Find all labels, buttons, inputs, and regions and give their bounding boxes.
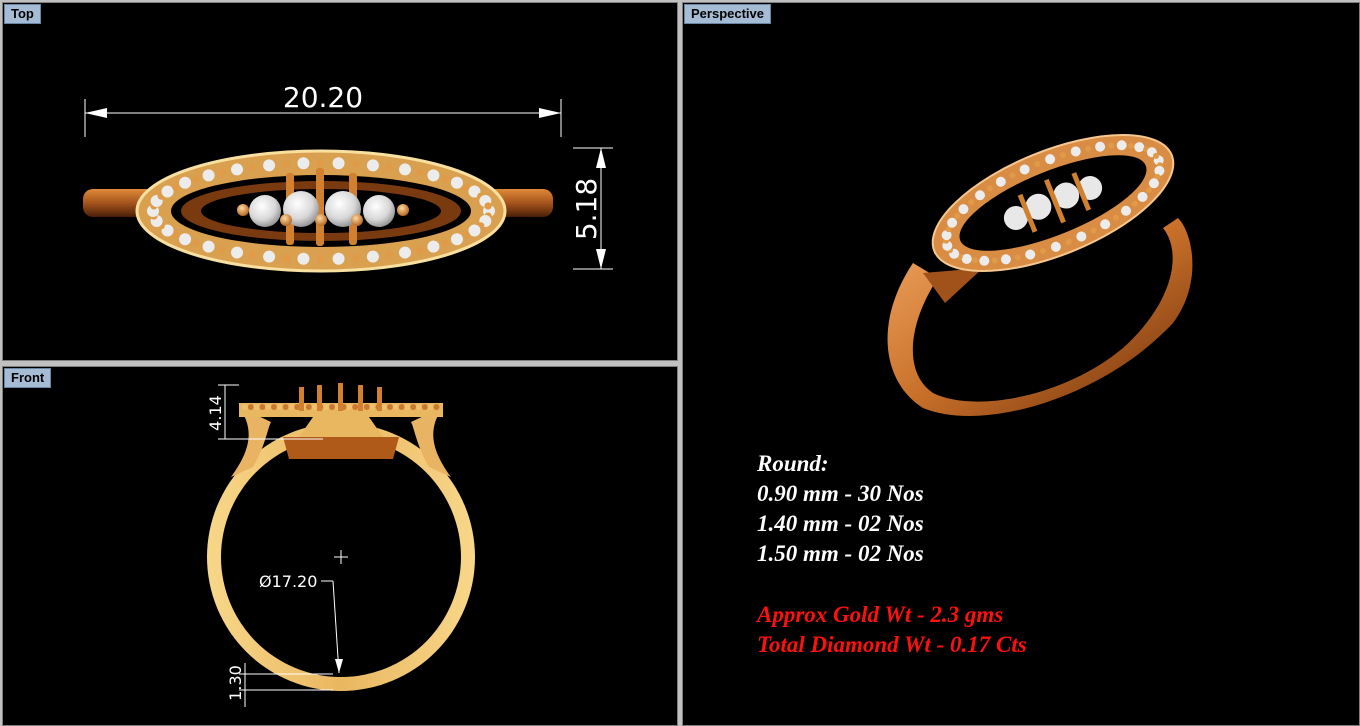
specs-heading: Round: (757, 451, 829, 476)
halo-bead (218, 168, 226, 176)
halo-bead (249, 251, 257, 259)
halo-diamond (179, 176, 192, 189)
gold-weight: Approx Gold Wt - 2.3 gms (757, 602, 1004, 627)
dimension-width-label: 20.20 (283, 81, 363, 114)
halo-bead (329, 404, 335, 410)
halo-bead (381, 404, 388, 410)
halo-bead (171, 183, 180, 191)
halo-bead (385, 163, 393, 171)
halo-diamond (231, 246, 243, 259)
halo-bead (317, 255, 325, 263)
halo-bead (346, 404, 353, 410)
halo-bead (433, 404, 440, 410)
halo-bead (363, 404, 370, 410)
top-view-drawing: 20.20 5.18 (83, 81, 613, 273)
halo-bead (282, 254, 290, 262)
halo-bead (404, 404, 411, 410)
halo-bead (421, 404, 428, 410)
front-view-drawing: 4.14 Ø17.20 1.30 (206, 383, 475, 707)
perspective-view-drawing (887, 134, 1193, 417)
specs-line: 0.90 mm - 30 Nos (757, 481, 924, 506)
halo-diamond (179, 233, 192, 246)
halo-bead (282, 404, 289, 410)
viewport-top[interactable]: Top 20.20 5.18 (2, 2, 678, 361)
dimension-thickness-label: 1.30 (226, 665, 245, 701)
halo-bead (218, 246, 226, 254)
center-diamond (363, 195, 395, 227)
halo-bead (410, 404, 417, 410)
viewport-tab-perspective[interactable]: Perspective (684, 4, 771, 24)
halo-bead (352, 404, 359, 410)
halo-bead (242, 404, 248, 410)
dimension-width: 20.20 (84, 81, 562, 137)
halo-diamond (427, 240, 440, 253)
halo-diamond (366, 250, 379, 263)
halo-bead (392, 404, 399, 410)
viewport-perspective[interactable]: Perspective Round: 0.90 mm - 30 Nos 1.40… (682, 2, 1360, 726)
halo-diamond (231, 163, 243, 176)
viewport-tab-front[interactable]: Front (4, 368, 52, 388)
halo-bead (442, 239, 450, 247)
specs-line: 1.50 mm - 02 Nos (757, 541, 924, 566)
dimension-height: 5.18 (570, 147, 613, 270)
halo-diamond (332, 157, 345, 170)
halo-diamond (202, 169, 215, 182)
halo-diamond (450, 233, 463, 246)
stone-specs: Round: 0.90 mm - 30 Nos 1.40 mm - 02 Nos… (757, 449, 1027, 660)
halo-bead (265, 404, 272, 410)
halo-bead (276, 404, 283, 410)
halo-bead (282, 160, 290, 168)
halo-diamond (202, 240, 215, 253)
halo-bead (311, 404, 318, 410)
halo-diamond (366, 159, 379, 172)
dimension-height-label: 5.18 (570, 178, 603, 240)
halo-diamond (427, 169, 440, 182)
dimension-diameter-label: Ø17.20 (259, 572, 317, 591)
halo-diamond (161, 185, 174, 198)
halo-diamond (297, 157, 310, 170)
halo-bead (352, 160, 360, 168)
halo-diamond (263, 159, 276, 172)
halo-bead (416, 404, 422, 410)
halo-bead (247, 404, 254, 410)
viewport-front[interactable]: Front 4.14 Ø17.20 1.30 (2, 366, 678, 726)
halo-bead (352, 254, 360, 262)
center-diamond (249, 195, 281, 227)
diamond-weight: Total Diamond Wt - 0.17 Cts (757, 632, 1027, 657)
halo-bead (317, 159, 325, 167)
halo-bead (427, 404, 434, 410)
halo-diamond (468, 224, 481, 237)
halo-bead (271, 404, 277, 410)
halo-bead (442, 175, 450, 183)
halo-bead (398, 404, 405, 410)
dimension-head-height-label: 4.14 (206, 395, 225, 431)
halo-bead (416, 246, 424, 254)
halo-bead (305, 404, 312, 410)
halo-bead (385, 251, 393, 259)
halo-bead (387, 404, 393, 410)
halo-diamond (332, 252, 345, 265)
halo-diamond (297, 252, 310, 265)
halo-diamond (263, 250, 276, 263)
halo-bead (484, 202, 492, 210)
halo-bead (369, 404, 376, 410)
specs-line: 1.40 mm - 02 Nos (757, 511, 924, 536)
halo-diamond (399, 163, 411, 176)
halo-bead (253, 404, 260, 410)
viewport-tab-top[interactable]: Top (4, 4, 41, 24)
halo-bead (259, 404, 266, 410)
halo-bead (416, 168, 424, 176)
halo-diamond (399, 246, 411, 259)
halo-bead (323, 404, 330, 410)
halo-bead (462, 231, 471, 239)
halo-bead (192, 175, 200, 183)
halo-diamond (450, 176, 463, 189)
halo-bead (249, 163, 257, 171)
halo-bead (288, 404, 295, 410)
halo-bead (192, 239, 200, 247)
